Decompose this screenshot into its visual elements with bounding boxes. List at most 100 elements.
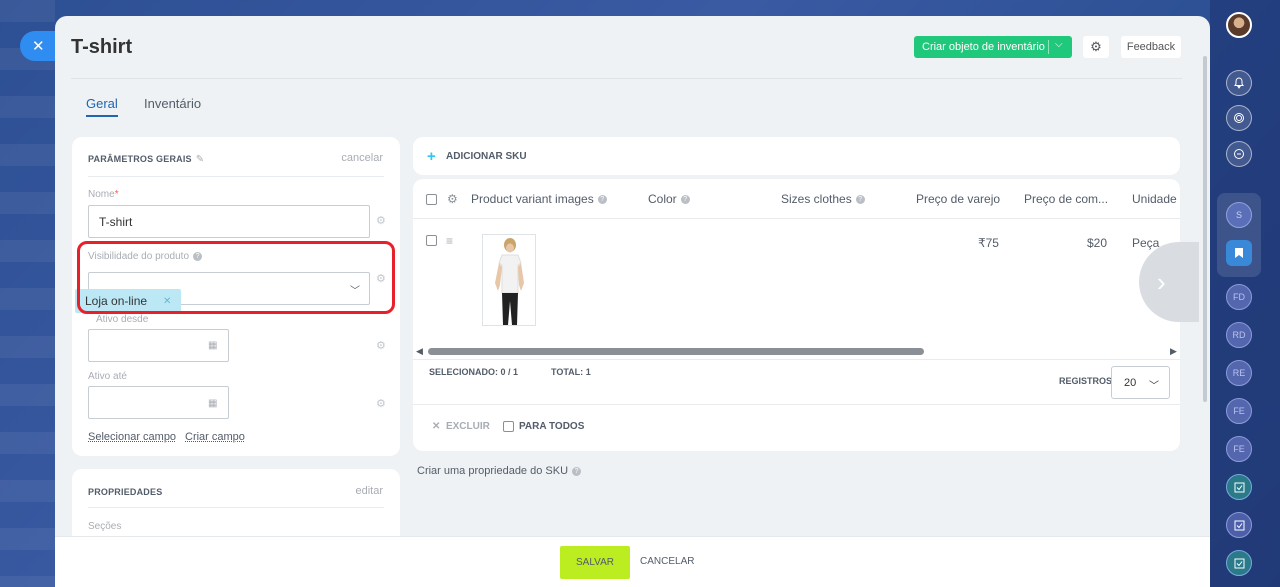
calendar-icon[interactable]: ▦ — [208, 398, 217, 409]
gear-icon[interactable]: ⚙ — [376, 339, 386, 352]
horizontal-scrollbar-thumb[interactable] — [428, 348, 924, 355]
edit-link[interactable]: editar — [355, 485, 383, 497]
gear-icon: ⚙ — [1090, 39, 1102, 54]
background-left-strip — [0, 0, 55, 587]
purchase-price-cell[interactable]: $20 — [1087, 236, 1107, 250]
bookmark-icon[interactable] — [1226, 240, 1252, 266]
scroll-right-arrow[interactable]: ▶ — [1170, 346, 1177, 357]
plus-icon: + — [427, 148, 436, 165]
column-header-images[interactable]: Product variant images? — [471, 192, 607, 206]
gear-icon[interactable]: ⚙ — [376, 214, 386, 227]
chevron-down-icon[interactable]: ⌵ — [1055, 39, 1063, 50]
section-divider — [88, 176, 384, 177]
records-per-page-select[interactable]: 20 ﹀ — [1111, 366, 1170, 399]
help-icon[interactable]: ? — [572, 466, 582, 476]
spiral-icon[interactable] — [1226, 105, 1252, 131]
for-all-label: PARA TODOS — [519, 421, 585, 432]
product-variant-image[interactable] — [482, 234, 536, 326]
cancel-link[interactable]: cancelar — [341, 152, 383, 164]
create-inventory-object-label: Criar objeto de inventário — [922, 41, 1045, 53]
for-all-option[interactable]: PARA TODOS — [503, 421, 584, 432]
close-slider-button[interactable]: ✕ — [20, 31, 60, 61]
column-header-text: Product variant images — [471, 192, 594, 206]
create-inventory-object-button[interactable]: Criar objeto de inventário ⌵ — [914, 36, 1072, 58]
general-params-title-text: PARÂMETROS GERAIS — [88, 154, 192, 164]
retail-price-cell[interactable]: ₹75 — [978, 236, 999, 250]
footer-divider — [413, 359, 1180, 360]
column-header-text: Color — [648, 192, 677, 206]
task-icon[interactable] — [1226, 474, 1252, 500]
calendar-icon[interactable]: ▦ — [208, 340, 217, 351]
create-sku-property-link[interactable]: Criar uma propriedade do SKU? — [417, 465, 582, 477]
actions-divider — [413, 404, 1180, 405]
tab-geral[interactable]: Geral — [86, 96, 118, 117]
chevron-right-icon: › — [1157, 266, 1166, 297]
delete-button[interactable]: ✕ EXCLUIR — [432, 421, 490, 432]
rail-avatar-fe[interactable]: FE — [1226, 398, 1252, 424]
header-row-divider — [413, 218, 1180, 219]
unit-cell[interactable]: Peça — [1132, 236, 1159, 250]
name-input[interactable]: T-shirt — [88, 205, 370, 238]
rail-avatar-rd[interactable]: RD — [1226, 322, 1252, 348]
column-header-retail-price[interactable]: Preço de varejo — [916, 192, 1000, 206]
chevron-down-icon: ﹀ — [1149, 381, 1159, 392]
name-label: Nome* — [88, 189, 119, 200]
column-header-sizes[interactable]: Sizes clothes? — [781, 192, 865, 206]
rail-avatar-fd[interactable]: FD — [1226, 284, 1252, 310]
header-divider — [71, 78, 1182, 79]
close-icon: ✕ — [432, 421, 441, 432]
column-header-text: Sizes clothes — [781, 192, 852, 206]
required-marker: * — [114, 189, 119, 200]
feedback-button[interactable]: Feedback — [1121, 36, 1181, 58]
selected-label: SELECIONADO: — [429, 367, 499, 377]
row-checkbox[interactable] — [426, 235, 437, 246]
help-icon[interactable]: ? — [597, 195, 607, 205]
task-icon[interactable] — [1226, 512, 1252, 538]
vertical-scrollbar[interactable] — [1203, 56, 1207, 402]
selected-counter: SELECIONADO: 0 / 1 — [429, 367, 518, 377]
user-avatar[interactable] — [1226, 12, 1252, 38]
tab-inventario[interactable]: Inventário — [144, 96, 201, 111]
general-params-title: PARÂMETROS GERAIS ✎ — [88, 154, 204, 165]
rail-avatar-fe-2[interactable]: FE — [1226, 436, 1252, 462]
select-all-checkbox[interactable] — [426, 194, 437, 205]
button-divider — [1048, 40, 1049, 54]
drag-handle-icon[interactable]: ≡ — [446, 235, 453, 247]
chat-search-icon[interactable] — [1226, 141, 1252, 167]
total-counter: TOTAL: 1 — [551, 367, 591, 377]
total-value: 1 — [585, 367, 591, 377]
help-icon[interactable]: ? — [680, 195, 690, 205]
task-icon[interactable] — [1226, 550, 1252, 576]
highlight-annotation-box — [77, 241, 395, 314]
create-field-link[interactable]: Criar campo — [185, 431, 245, 443]
gear-icon[interactable]: ⚙ — [376, 397, 386, 410]
total-label: TOTAL: — [551, 367, 584, 377]
select-field-link[interactable]: Selecionar campo — [88, 431, 176, 443]
bottom-action-bar: SALVAR CANCELAR — [55, 536, 1210, 587]
close-icon: ✕ — [32, 38, 45, 55]
help-icon[interactable]: ? — [855, 195, 865, 205]
column-header-purchase-price[interactable]: Preço de com... — [1024, 192, 1108, 206]
product-slider-panel: T-shirt Criar objeto de inventário ⌵ ⚙ F… — [55, 16, 1210, 587]
cancel-button[interactable]: CANCELAR — [640, 556, 694, 567]
for-all-checkbox[interactable] — [503, 421, 514, 432]
section-divider — [88, 507, 384, 508]
bell-icon[interactable] — [1226, 70, 1252, 96]
properties-title: PROPRIEDADES — [88, 487, 163, 497]
pencil-icon[interactable]: ✎ — [196, 154, 205, 165]
scroll-left-arrow[interactable]: ◀ — [416, 346, 423, 357]
delete-label: EXCLUIR — [445, 421, 490, 432]
add-sku-card[interactable]: + ADICIONAR SKU — [413, 137, 1180, 175]
save-button[interactable]: SALVAR — [560, 546, 630, 579]
column-header-unit[interactable]: Unidade d — [1132, 192, 1180, 206]
name-label-text: Nome — [88, 189, 115, 200]
page-title: T-shirt — [71, 36, 133, 58]
column-header-color[interactable]: Color? — [648, 192, 690, 206]
records-label: REGISTROS: — [1059, 376, 1116, 386]
selected-value: 0 / 1 — [500, 367, 519, 377]
gear-icon[interactable]: ⚙ — [447, 192, 458, 206]
settings-button[interactable]: ⚙ — [1083, 36, 1109, 58]
records-value: 20 — [1124, 376, 1137, 389]
rail-avatar-re[interactable]: RE — [1226, 360, 1252, 386]
rail-avatar-s[interactable]: S — [1226, 202, 1252, 228]
